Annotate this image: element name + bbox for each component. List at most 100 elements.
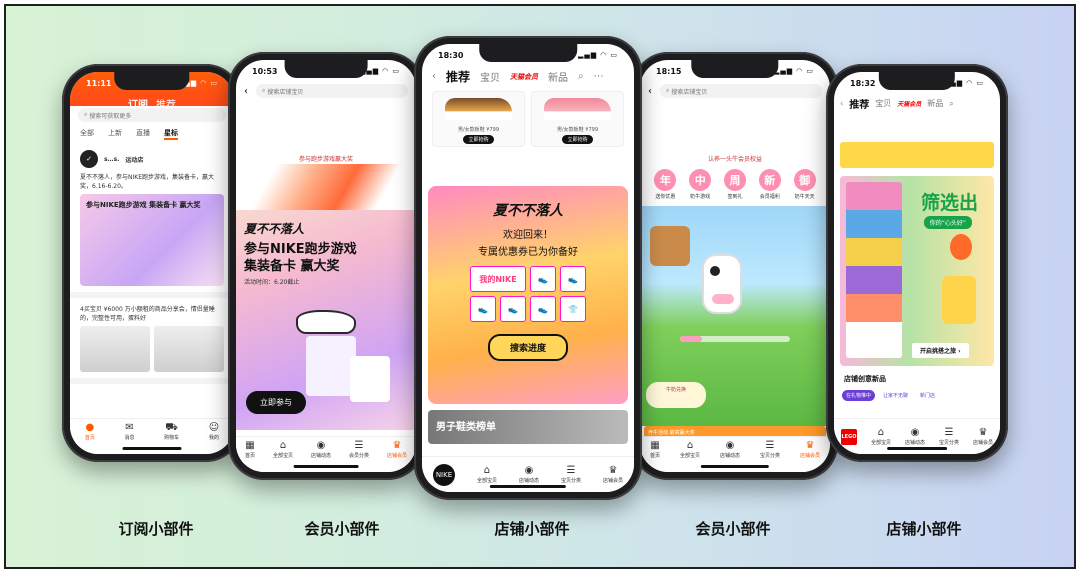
tab-me[interactable]: ☺ 我的 xyxy=(209,422,219,441)
member-icon-item[interactable]: 中奶牛游戏 xyxy=(689,169,712,200)
campaign-banner[interactable]: 参与跑步游戏赢大奖 xyxy=(236,154,416,163)
avatar[interactable]: ✓ xyxy=(80,150,98,168)
signal-wifi-battery-icon: ▂▄▆ ◠ ▭ xyxy=(773,67,814,75)
tab-all-items[interactable]: ⌂ 全部宝贝 xyxy=(871,427,891,446)
tab-all-items[interactable]: ⌂ 全部宝贝 xyxy=(273,440,293,459)
member-banner[interactable]: 认养一头牛会员权益 xyxy=(640,154,830,163)
tab-updates[interactable]: ◉ 店铺动态 xyxy=(519,465,539,484)
tab-cart[interactable]: ⛟ 购物车 xyxy=(164,422,179,441)
tab-home[interactable]: ● 首页 xyxy=(85,422,95,441)
shoe-tile[interactable]: 👟 xyxy=(470,296,496,322)
feed-tab-live[interactable]: 直播 xyxy=(136,128,150,140)
search-icon[interactable]: ⌕ xyxy=(949,99,953,109)
tab-home[interactable]: ▦ 首页 xyxy=(650,440,660,459)
tab-categories[interactable]: ☰ 宝贝分类 xyxy=(561,465,581,484)
back-icon[interactable]: ‹ xyxy=(432,71,436,82)
tab-tmall-member[interactable]: 天猫会员 xyxy=(510,72,538,82)
search-icon[interactable]: ⌕ xyxy=(578,71,584,82)
phone-subscription-widget: 11:11 ▂▄▆ ◠ ▭ 订阅 推荐 ⌕ 搜索可获取更多 全部 上新 直播 星… xyxy=(62,64,242,462)
shoe-tile[interactable]: 👟 xyxy=(530,296,556,322)
back-icon[interactable]: ‹ xyxy=(244,86,248,97)
tab-recommend[interactable]: 推荐 xyxy=(156,96,176,111)
tab-tmall-member[interactable]: 天猫会员 xyxy=(897,99,921,108)
tab-member[interactable]: ♛ 店铺会员 xyxy=(973,427,993,446)
phone-shop-widget: 18:32 ▂▄▆ ◠ ▭ ‹ 推荐 宝贝 天猫会员 新品 ⌕ 筛选出 你的“心… xyxy=(826,64,1008,462)
notch xyxy=(284,60,368,78)
tab-recommend[interactable]: 推荐 xyxy=(849,96,869,111)
tab-categories[interactable]: ☰ 宝贝分类 xyxy=(939,427,959,446)
decorative-stripe xyxy=(236,164,416,210)
cow-game-widget[interactable]: 牛奶兑换 xyxy=(640,206,830,426)
member-icon-item[interactable]: 周签到礼 xyxy=(723,169,746,200)
crown-icon: ♛ xyxy=(392,440,402,451)
cow-character[interactable] xyxy=(702,254,742,314)
notch xyxy=(878,72,956,90)
back-icon[interactable]: ‹ xyxy=(840,99,843,108)
tab-all-items[interactable]: ⌂ 全部宝贝 xyxy=(680,440,700,459)
lego-hero-banner[interactable]: 筛选出 你的“心头好” 开启挑搭之旅 › xyxy=(840,176,994,366)
buy-button[interactable]: 立即抢购 xyxy=(562,135,593,144)
member-icon-item[interactable]: 御奶牛天天 xyxy=(793,169,816,200)
tab-member[interactable]: ♛ 店铺会员 xyxy=(603,465,623,484)
promo-card[interactable]: 参与NIKE跑步游戏 集装备卡 赢大奖 xyxy=(80,194,224,286)
tab-home[interactable]: ▦ 首页 xyxy=(245,440,255,459)
search-input[interactable]: ⌕ 搜索可获取更多 xyxy=(78,108,226,122)
chip[interactable]: 新门店 xyxy=(916,390,939,401)
post-photo[interactable] xyxy=(154,326,224,372)
product-row: 男/女款板鞋 ¥799 立即抢购 男/女款板鞋 ¥799 立即抢购 xyxy=(422,87,634,151)
member-icon-item[interactable]: 新会员福利 xyxy=(758,169,781,200)
product-strip[interactable] xyxy=(840,142,994,168)
welcome-line1: 欢迎回来！ xyxy=(503,230,553,241)
tab-updates[interactable]: ◉ 店铺动态 xyxy=(311,440,331,459)
feed-post[interactable]: 4买宝贝 ¥6000 万小额租的商品分享会，情侣量睡的，完整性可用，蛋料好 xyxy=(70,298,234,384)
milk-exchange-button[interactable]: 牛奶兑换 xyxy=(646,382,706,408)
feed-post[interactable]: ✓ s…s. 运动店 夏不不落人，参与NIKE跑步游戏，集装备卡，赢大奖，6.1… xyxy=(70,144,234,298)
shoe-tile[interactable]: 👟 xyxy=(560,266,586,292)
phone-screen: 18:32 ▂▄▆ ◠ ▭ ‹ 推荐 宝贝 天猫会员 新品 ⌕ 筛选出 你的“心… xyxy=(834,72,1000,454)
tab-categories[interactable]: ☰ 宝贝分类 xyxy=(760,440,780,459)
member-icon-item[interactable]: 年送你优惠 xyxy=(654,169,677,200)
search-input[interactable]: ⌕ 搜索店铺宝贝 xyxy=(660,84,822,98)
brand-slogan: 夏不不落人 xyxy=(244,222,305,236)
feed-tab-new[interactable]: 上新 xyxy=(108,128,122,140)
tab-new[interactable]: 新品 xyxy=(548,69,568,84)
tab-updates[interactable]: ◉ 店铺动态 xyxy=(905,427,925,446)
welcome-widget[interactable]: 夏不不落人 欢迎回来！ 专属优惠券已为你备好 我的NIKE 👟 👟 👟 👟 👟 … xyxy=(428,186,628,404)
chip[interactable]: 在礼物堆中 xyxy=(842,390,876,401)
feed-tab-all[interactable]: 全部 xyxy=(80,128,94,140)
feed-tab-starred[interactable]: 星标 xyxy=(164,128,178,140)
join-button[interactable]: 立即参与 xyxy=(246,391,306,414)
progress-button[interactable]: 搜索进度 xyxy=(487,334,568,361)
back-icon[interactable]: ‹ xyxy=(648,86,652,97)
tab-items[interactable]: 宝贝 xyxy=(480,69,500,84)
shoe-tile[interactable]: 👟 xyxy=(500,296,526,322)
tab-messages[interactable]: ✉ 消息 xyxy=(124,422,134,441)
buy-button[interactable]: 立即抢购 xyxy=(463,135,494,144)
lego-logo-icon[interactable]: LEGO xyxy=(840,428,857,445)
start-button[interactable]: 开启挑搭之旅 › xyxy=(912,343,969,358)
tab-updates[interactable]: ◉ 店铺动态 xyxy=(720,440,740,459)
tab-new[interactable]: 新品 xyxy=(927,98,943,109)
my-nike-tile[interactable]: 我的NIKE xyxy=(470,266,526,292)
tab-member[interactable]: ♛ 店铺会员 xyxy=(387,440,407,459)
nike-logo-icon[interactable]: NIKE xyxy=(432,463,455,486)
men-shoes-ranking-banner[interactable]: 男子鞋类榜单 xyxy=(428,410,628,444)
tab-member[interactable]: ♛ 店铺会员 xyxy=(800,440,820,459)
tab-items[interactable]: 宝贝 xyxy=(875,98,891,109)
member-hero-card[interactable]: 夏不不落人 参与NIKE跑步游戏 集装备卡 赢大奖 活动时间：6.20截止 立即… xyxy=(236,210,416,430)
search-input[interactable]: ⌕ 搜索店铺宝贝 xyxy=(256,84,408,98)
shoe-tile[interactable]: 👟 xyxy=(530,266,556,292)
product-card[interactable]: 男/女款板鞋 ¥799 立即抢购 xyxy=(432,91,525,147)
status-time: 11:11 xyxy=(86,78,112,88)
chip[interactable]: 让家不无聊 xyxy=(879,390,912,401)
tab-all-items[interactable]: ⌂ 全部宝贝 xyxy=(477,465,497,484)
shirt-tile[interactable]: 👕 xyxy=(560,296,586,322)
search-placeholder: 搜索店铺宝贝 xyxy=(671,88,708,96)
tab-subscribe[interactable]: 订阅 xyxy=(128,96,148,111)
hero-subtitle: 活动时间：6.20截止 xyxy=(244,279,300,286)
product-card[interactable]: 男/女款板鞋 ¥799 立即抢购 xyxy=(531,91,624,147)
tab-categories[interactable]: ☰ 会员分类 xyxy=(349,440,369,459)
tab-recommend[interactable]: 推荐 xyxy=(446,68,470,85)
post-photo[interactable] xyxy=(80,326,150,372)
more-icon[interactable]: ⋯ xyxy=(594,71,604,82)
